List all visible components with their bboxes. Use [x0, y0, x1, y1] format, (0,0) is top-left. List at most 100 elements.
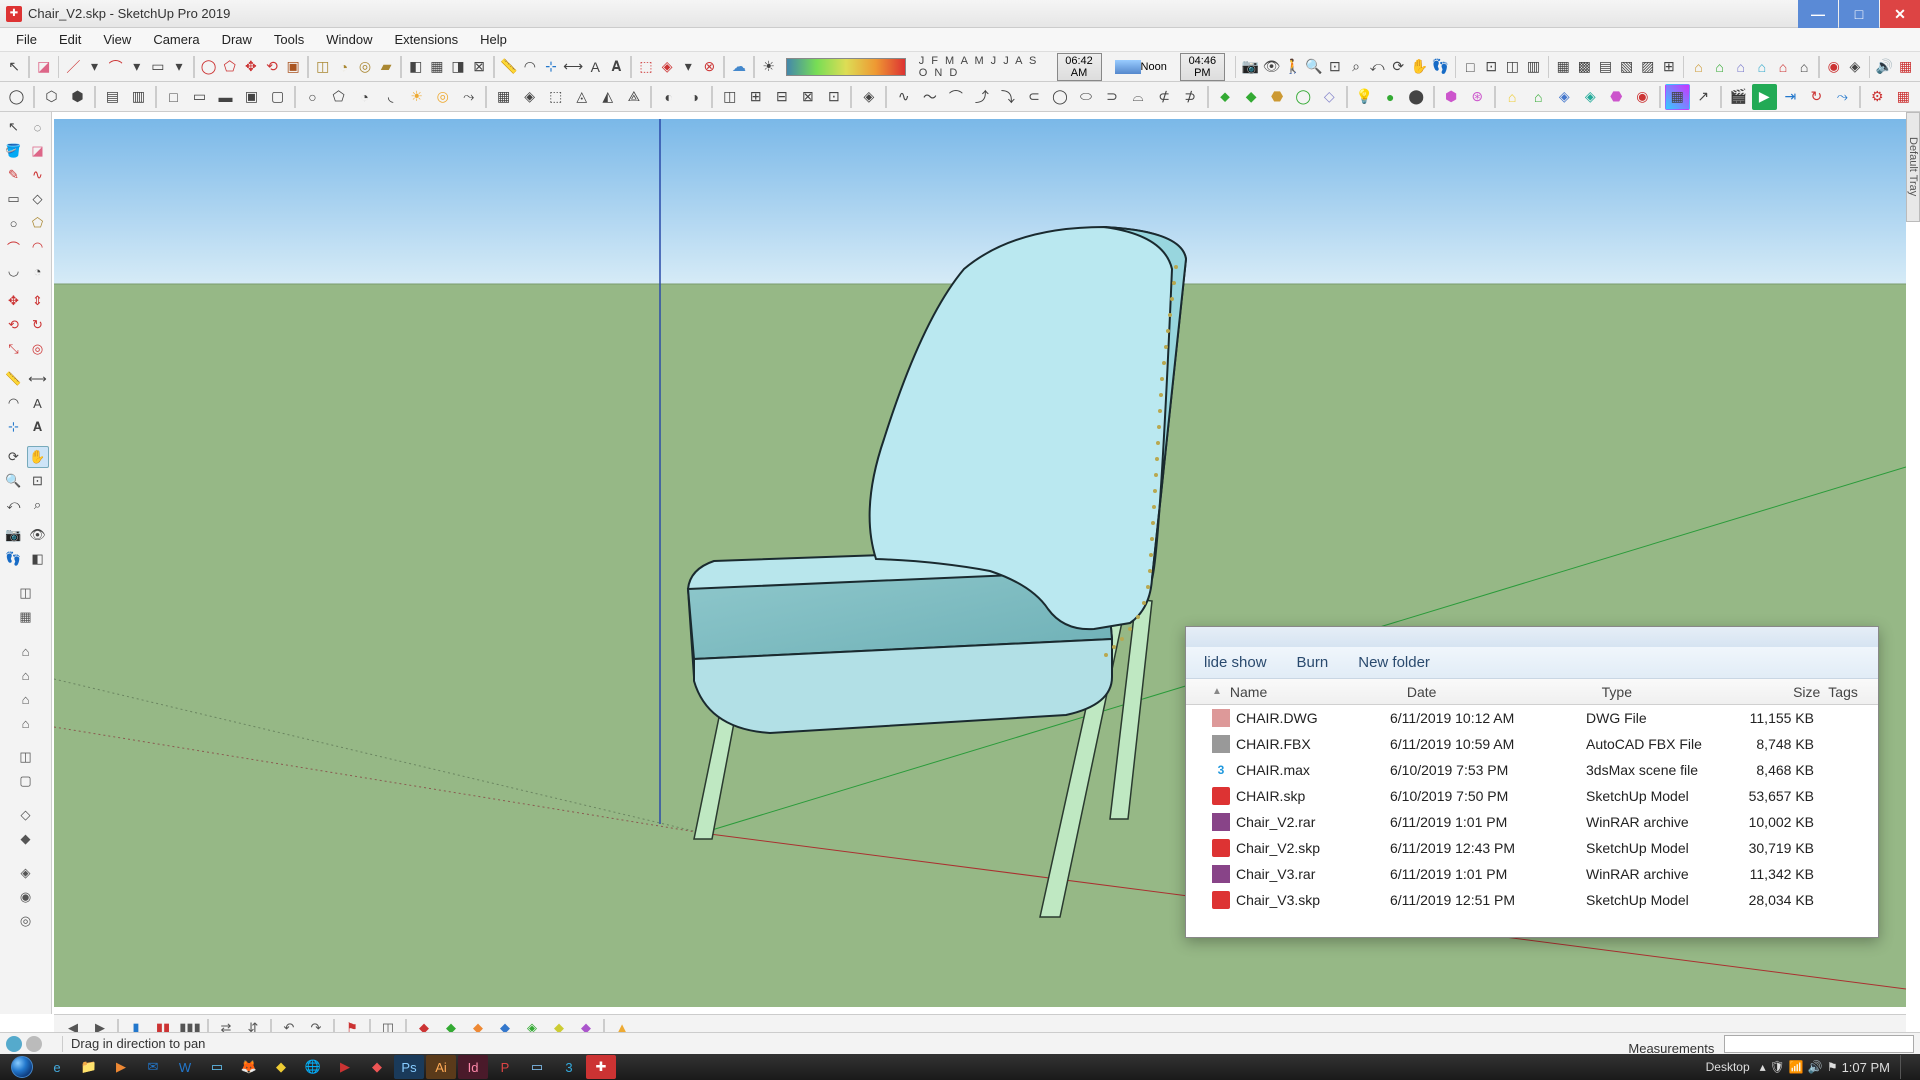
taskbar-ppt-icon[interactable]: P: [490, 1055, 520, 1079]
style10-icon[interactable]: ⊞: [1659, 54, 1679, 80]
sandbox1-icon[interactable]: ▦: [491, 84, 516, 110]
vertex5-icon[interactable]: ◇: [1317, 84, 1342, 110]
style3-icon[interactable]: ◫: [1502, 54, 1522, 80]
menu-edit[interactable]: Edit: [49, 30, 91, 49]
solid3-icon[interactable]: ⊟: [769, 84, 794, 110]
pie-icon[interactable]: ◔: [27, 260, 49, 282]
textured-icon[interactable]: ▣: [239, 84, 264, 110]
house-c-icon[interactable]: ⌂: [15, 688, 37, 710]
scale-tool-icon[interactable]: ⤡: [3, 338, 25, 360]
style6-icon[interactable]: ▩: [1574, 54, 1594, 80]
vray5-icon[interactable]: ⬣: [1604, 84, 1629, 110]
rotate-icon[interactable]: ⟲: [262, 54, 282, 80]
section-icon[interactable]: ◧: [406, 54, 426, 80]
style2-icon[interactable]: ⊡: [1481, 54, 1501, 80]
select-icon[interactable]: ↖: [4, 54, 24, 80]
warehouse-icon[interactable]: ☁: [729, 54, 749, 80]
anim2-icon[interactable]: ▶: [1752, 84, 1777, 110]
circle-tool-icon[interactable]: ○: [300, 84, 325, 110]
tray-shield-icon[interactable]: 🛡: [1770, 1060, 1785, 1074]
dimension-icon[interactable]: ⟷: [562, 54, 584, 80]
arc-tool-icon[interactable]: ◟: [378, 84, 403, 110]
tray-chevron-icon[interactable]: ▴: [1760, 1060, 1766, 1074]
bezier11-icon[interactable]: ⊄: [1152, 84, 1177, 110]
sun-icon[interactable]: ☀: [404, 84, 429, 110]
taskbar-media-icon[interactable]: ▶: [106, 1055, 136, 1079]
solid4-icon[interactable]: ⊠: [795, 84, 820, 110]
xray-icon[interactable]: ▤: [100, 84, 125, 110]
polygon-tool-icon[interactable]: ⬠: [326, 84, 351, 110]
taskbar-notepad-icon[interactable]: ▭: [202, 1055, 232, 1079]
fog2-icon[interactable]: ◑: [682, 84, 707, 110]
menu-extensions[interactable]: Extensions: [385, 30, 469, 49]
zoom-extents-icon[interactable]: ⌕: [1346, 54, 1366, 80]
freehand-icon[interactable]: ∿: [27, 164, 49, 186]
sandbox6-icon[interactable]: ⟁: [621, 84, 646, 110]
file-row[interactable]: CHAIR.skp6/10/2019 7:50 PMSketchUp Model…: [1186, 783, 1878, 809]
polygon-icon[interactable]: ⬠: [220, 54, 240, 80]
taskbar-firefox-icon[interactable]: 🦊: [234, 1055, 264, 1079]
rect-tool-icon[interactable]: ▭: [3, 188, 25, 210]
eraser-icon[interactable]: ◪: [34, 54, 54, 80]
menu-window[interactable]: Window: [316, 30, 382, 49]
file-row[interactable]: Chair_V3.rar6/11/2019 1:01 PMWinRAR arch…: [1186, 861, 1878, 887]
taskbar-app4-icon[interactable]: ▭: [522, 1055, 552, 1079]
anim3-icon[interactable]: ⇥: [1778, 84, 1803, 110]
view-top-icon[interactable]: ⬡: [39, 84, 64, 110]
circle-tool-icon[interactable]: ○: [3, 212, 25, 234]
file-explorer-window[interactable]: lide show Burn New folder ▲ Name Date Ty…: [1185, 626, 1879, 938]
path-icon[interactable]: ⤳: [456, 84, 481, 110]
column-date[interactable]: Date: [1403, 684, 1598, 700]
file-row[interactable]: Chair_V2.rar6/11/2019 1:01 PMWinRAR arch…: [1186, 809, 1878, 835]
close-button[interactable]: ✕: [1880, 0, 1920, 28]
arc3-icon[interactable]: ◡: [3, 260, 25, 282]
solid6-icon[interactable]: ◈: [856, 84, 881, 110]
polygon2-icon[interactable]: ⬠: [27, 212, 49, 234]
protractor-tool-icon[interactable]: ◠: [3, 392, 25, 414]
section-display-icon[interactable]: ▦: [427, 54, 447, 80]
shadow-noon[interactable]: Noon: [1109, 55, 1173, 79]
ring-icon[interactable]: ◎: [430, 84, 455, 110]
extension1-icon[interactable]: ◉: [1824, 54, 1844, 80]
bezier9-icon[interactable]: ⊃: [1100, 84, 1125, 110]
zoomwin-tool-icon[interactable]: ⊡: [27, 470, 49, 492]
shadow-time-1[interactable]: 06:42 AM: [1051, 55, 1108, 79]
taskbar-outlook-icon[interactable]: ✉: [138, 1055, 168, 1079]
house5-icon[interactable]: ⌂: [1773, 54, 1793, 80]
render1-icon[interactable]: ▦: [1665, 84, 1690, 110]
vertex4-icon[interactable]: ◯: [1291, 84, 1316, 110]
dropdown-icon[interactable]: ▾: [84, 54, 104, 80]
tray-volume-icon[interactable]: 🔊: [1808, 1060, 1823, 1074]
sandbox4-icon[interactable]: ◬: [569, 84, 594, 110]
offset-icon[interactable]: ◎: [355, 54, 375, 80]
dropdown-icon[interactable]: ▾: [169, 54, 189, 80]
default-tray-tab[interactable]: Default Tray: [1906, 112, 1920, 222]
menu-view[interactable]: View: [93, 30, 141, 49]
bezier6-icon[interactable]: ⊂: [1021, 84, 1046, 110]
status-credits-icon[interactable]: [26, 1036, 42, 1052]
grid-icon[interactable]: ▦: [1896, 54, 1916, 80]
position-cam-icon[interactable]: 📷: [3, 524, 25, 546]
rotrect-icon[interactable]: ◇: [27, 188, 49, 210]
walk-icon[interactable]: 👣: [1430, 54, 1450, 80]
fog-icon[interactable]: ◐: [656, 84, 681, 110]
position-camera-icon[interactable]: 📷: [1240, 54, 1260, 80]
taskbar-id-icon[interactable]: Id: [458, 1055, 488, 1079]
light-icon[interactable]: 💡: [1352, 84, 1377, 110]
3dtext-tool-icon[interactable]: 𝐀: [27, 416, 49, 438]
sandbox3-icon[interactable]: ⬚: [543, 84, 568, 110]
bezier5-icon[interactable]: ⤵: [995, 84, 1020, 110]
arc2-icon[interactable]: ◠: [27, 236, 49, 258]
zoom-icon[interactable]: 🔍: [1304, 54, 1324, 80]
line-icon[interactable]: ／: [63, 54, 83, 80]
lookaround-icon[interactable]: 👁: [27, 524, 49, 546]
file-row[interactable]: Chair_V2.skp6/11/2019 12:43 PMSketchUp M…: [1186, 835, 1878, 861]
house-a-icon[interactable]: ⌂: [15, 640, 37, 662]
eraser-tool-icon[interactable]: ◪: [27, 140, 49, 162]
move-tool-icon[interactable]: ✥: [3, 290, 25, 312]
style9-icon[interactable]: ▨: [1638, 54, 1658, 80]
light2-icon[interactable]: ●: [1378, 84, 1403, 110]
house1-icon[interactable]: ⌂: [1688, 54, 1708, 80]
followme-tool-icon[interactable]: ↻: [27, 314, 49, 336]
file-row[interactable]: Chair_V3.skp6/11/2019 12:51 PMSketchUp M…: [1186, 887, 1878, 913]
